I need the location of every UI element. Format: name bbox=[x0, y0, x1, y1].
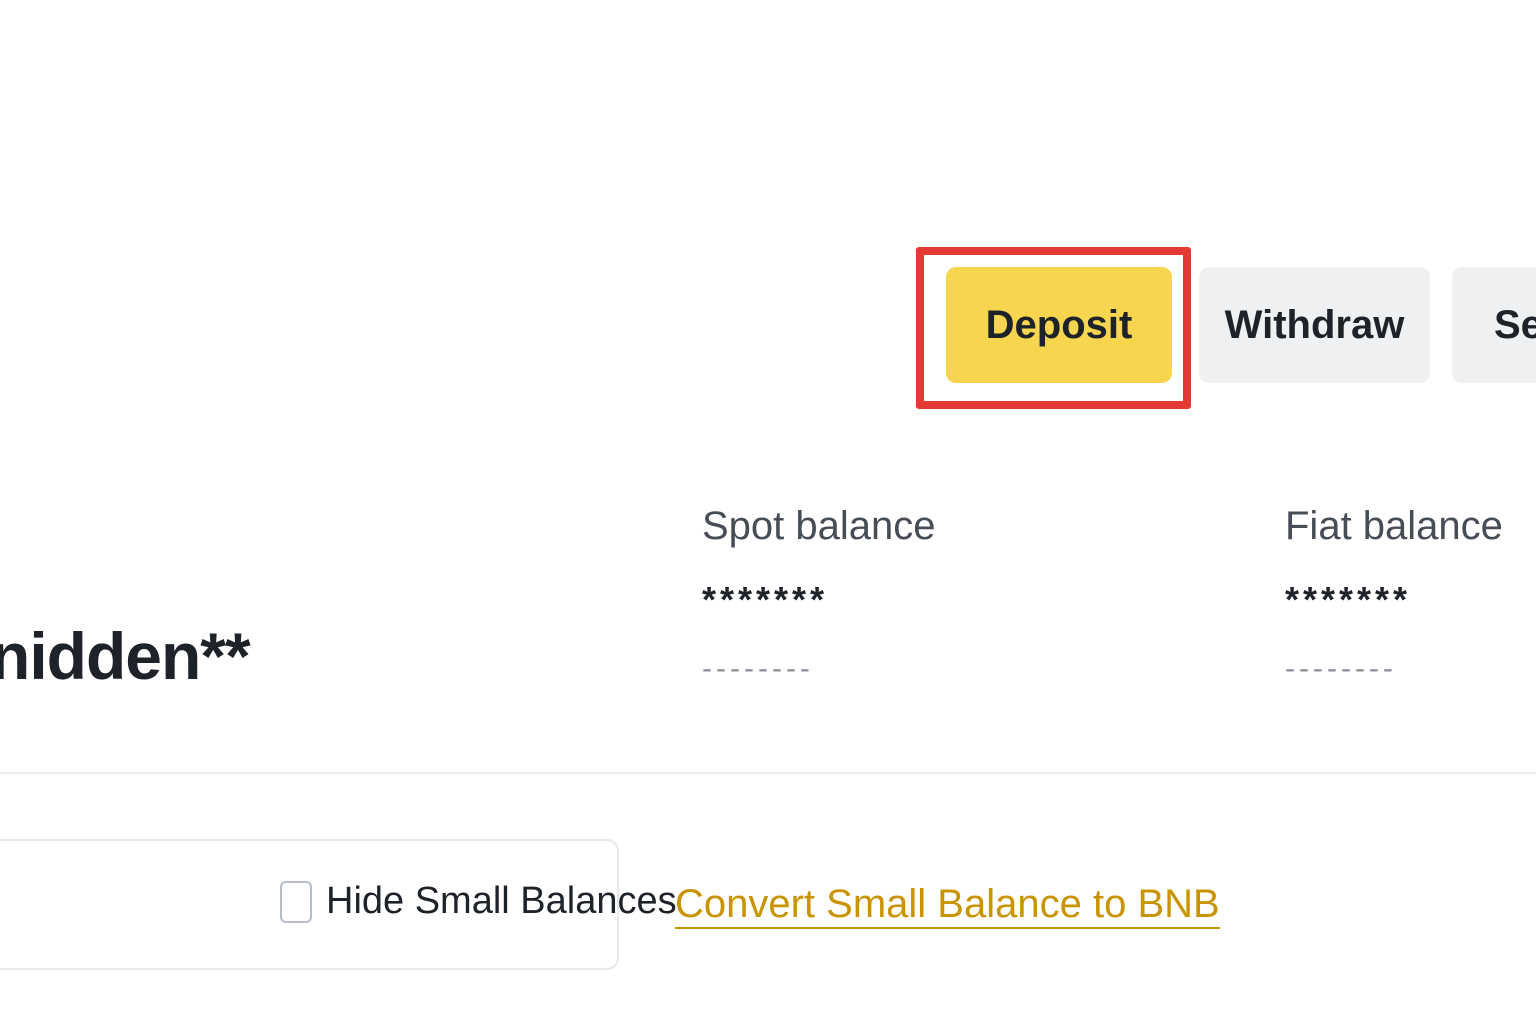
hide-small-balances-label: Hide Small Balances bbox=[326, 880, 677, 922]
fiat-balance-value: ******* bbox=[1285, 579, 1412, 620]
hide-small-balances-toggle[interactable]: Hide Small Balances bbox=[280, 880, 677, 923]
fiat-balance-fiat-equivalent: -------- bbox=[1285, 652, 1397, 685]
send-button[interactable]: Se bbox=[1452, 267, 1536, 383]
withdraw-button[interactable]: Withdraw bbox=[1199, 267, 1430, 383]
spot-balance-fiat-equivalent: -------- bbox=[702, 652, 814, 685]
section-divider bbox=[0, 772, 1536, 774]
wallet-overview-page: Deposit Withdraw Se nidden** Spot balanc… bbox=[0, 0, 1536, 1024]
deposit-button[interactable]: Deposit bbox=[946, 267, 1172, 383]
fiat-balance-label: Fiat balance bbox=[1285, 504, 1503, 548]
spot-balance-label: Spot balance bbox=[702, 504, 936, 548]
convert-small-balance-link[interactable]: Convert Small Balance to BNB bbox=[675, 881, 1220, 929]
fiat-balance-section: Fiat balance ******* -------- bbox=[1285, 500, 1503, 686]
hide-small-balances-checkbox[interactable] bbox=[280, 880, 312, 923]
spot-balance-value: ******* bbox=[702, 579, 829, 620]
spot-balance-section: Spot balance ******* -------- bbox=[702, 500, 936, 686]
total-balance-value: nidden** bbox=[0, 619, 251, 693]
